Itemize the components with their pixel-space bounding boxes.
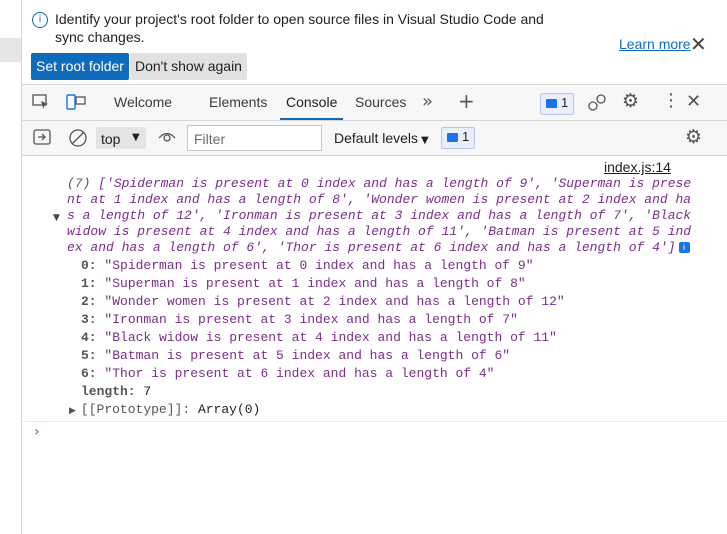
issues-badge[interactable]: 1 bbox=[540, 93, 574, 115]
set-root-folder-button[interactable]: Set root folder bbox=[31, 53, 129, 80]
prototype-key: [[Prototype]]: bbox=[80, 402, 191, 417]
learn-more-link[interactable]: Learn more bbox=[619, 36, 691, 52]
entry-key: 4: bbox=[81, 330, 97, 345]
messages-count: 1 bbox=[462, 129, 470, 144]
entry-value: "Batman is present at 5 index and has a … bbox=[104, 348, 511, 363]
gear-icon[interactable]: ⚙ bbox=[622, 90, 639, 112]
left-panel-selected-row bbox=[0, 38, 21, 62]
entry-value: "Superman is present at 1 index and has … bbox=[104, 276, 526, 291]
close-devtools-icon[interactable]: ✕ bbox=[686, 91, 701, 112]
entry-key: 2: bbox=[81, 294, 97, 309]
tab-elements[interactable]: Elements bbox=[209, 85, 267, 120]
connection-icon[interactable] bbox=[587, 93, 607, 117]
entry-value: "Spiderman is present at 0 index and has… bbox=[104, 258, 534, 273]
left-panel-edge bbox=[0, 0, 22, 534]
source-link[interactable]: index.js:14 bbox=[604, 159, 671, 175]
entry-value: "Ironman is present at 3 index and has a… bbox=[104, 312, 518, 327]
tab-welcome[interactable]: Welcome bbox=[114, 85, 172, 120]
entry-key: 6: bbox=[81, 366, 97, 381]
context-selector[interactable]: top ▼ bbox=[96, 127, 146, 149]
entry-key: 1: bbox=[81, 276, 97, 291]
expand-triangle-icon[interactable]: ▼ bbox=[53, 213, 60, 223]
prototype-value: Array(0) bbox=[197, 402, 261, 417]
log-levels-dropdown[interactable]: Default levels ▼ bbox=[334, 130, 429, 146]
devtools-panel: i Identify your project's root folder to… bbox=[22, 0, 727, 534]
array-entry: 2: "Wonder women is present at 2 index a… bbox=[81, 293, 565, 311]
message-icon bbox=[546, 99, 557, 108]
caret-down-icon: ▼ bbox=[421, 135, 429, 146]
tab-console[interactable]: Console bbox=[280, 85, 344, 120]
clear-console-icon[interactable] bbox=[68, 128, 88, 152]
length-value: 7 bbox=[143, 384, 152, 399]
array-count: (7) bbox=[67, 176, 91, 191]
filter-input[interactable]: Filter bbox=[187, 125, 322, 151]
close-icon[interactable]: ✕ bbox=[690, 32, 707, 56]
array-entry: 1: "Superman is present at 1 index and h… bbox=[81, 275, 526, 293]
devtools-tabbar: Welcome Elements Console Sources » + 1 ⚙… bbox=[22, 85, 727, 121]
entry-value: "Wonder women is present at 2 index and … bbox=[104, 294, 565, 309]
array-entry: 5: "Batman is present at 5 index and has… bbox=[81, 347, 510, 365]
array-summary[interactable]: (7) ['Spiderman is present at 0 index an… bbox=[67, 176, 692, 256]
array-length: length: 7 bbox=[81, 383, 151, 401]
eye-icon[interactable] bbox=[157, 129, 177, 149]
length-key: length: bbox=[81, 384, 136, 399]
messages-badge[interactable]: 1 bbox=[441, 127, 475, 149]
info-badge-icon[interactable]: i bbox=[678, 242, 690, 253]
workspace-infobar: i Identify your project's root folder to… bbox=[22, 0, 727, 85]
expand-right-icon[interactable]: ▶ bbox=[69, 406, 76, 416]
more-options-icon[interactable]: ⋮ bbox=[662, 90, 680, 111]
console-settings-gear-icon[interactable]: ⚙ bbox=[685, 126, 702, 148]
dont-show-again-button[interactable]: Don't show again bbox=[130, 53, 247, 80]
log-levels-label: Default levels bbox=[334, 130, 419, 146]
entry-key: 0: bbox=[81, 258, 97, 273]
entry-value: "Black widow is present at 4 index and h… bbox=[104, 330, 557, 345]
tab-sources[interactable]: Sources bbox=[355, 85, 406, 120]
array-entry: 6: "Thor is present at 6 index and has a… bbox=[81, 365, 495, 383]
entry-key: 5: bbox=[81, 348, 97, 363]
infobar-message: Identify your project's root folder to o… bbox=[55, 11, 544, 45]
array-entry: 4: "Black widow is present at 4 index an… bbox=[81, 329, 557, 347]
context-value: top bbox=[101, 131, 121, 147]
console-prompt-icon[interactable]: › bbox=[34, 424, 40, 440]
console-output: index.js:14 ▼ (7) ['Spiderman is present… bbox=[22, 156, 727, 534]
sidebar-toggle-icon[interactable] bbox=[33, 129, 51, 149]
inspect-element-icon[interactable] bbox=[32, 93, 50, 115]
entry-value: "Thor is present at 6 index and has a le… bbox=[104, 366, 495, 381]
chevron-down-icon: ▼ bbox=[132, 132, 140, 143]
divider bbox=[22, 421, 727, 422]
array-entry: 0: "Spiderman is present at 0 index and … bbox=[81, 257, 534, 275]
array-entry: 3: "Ironman is present at 3 index and ha… bbox=[81, 311, 518, 329]
issues-count: 1 bbox=[561, 95, 569, 110]
prototype-row[interactable]: ▶ [[Prototype]]: Array(0) bbox=[69, 401, 260, 420]
entry-key: 3: bbox=[81, 312, 97, 327]
message-icon bbox=[447, 133, 458, 142]
console-toolbar: top ▼ Filter Default levels ▼ 1 ⚙ bbox=[22, 121, 727, 156]
device-emulation-icon[interactable] bbox=[66, 93, 86, 115]
more-tabs-icon[interactable]: » bbox=[422, 91, 433, 112]
info-icon: i bbox=[32, 12, 48, 28]
add-tab-icon[interactable]: + bbox=[458, 89, 475, 113]
array-preview: ['Spiderman is present at 0 index and ha… bbox=[67, 176, 692, 255]
